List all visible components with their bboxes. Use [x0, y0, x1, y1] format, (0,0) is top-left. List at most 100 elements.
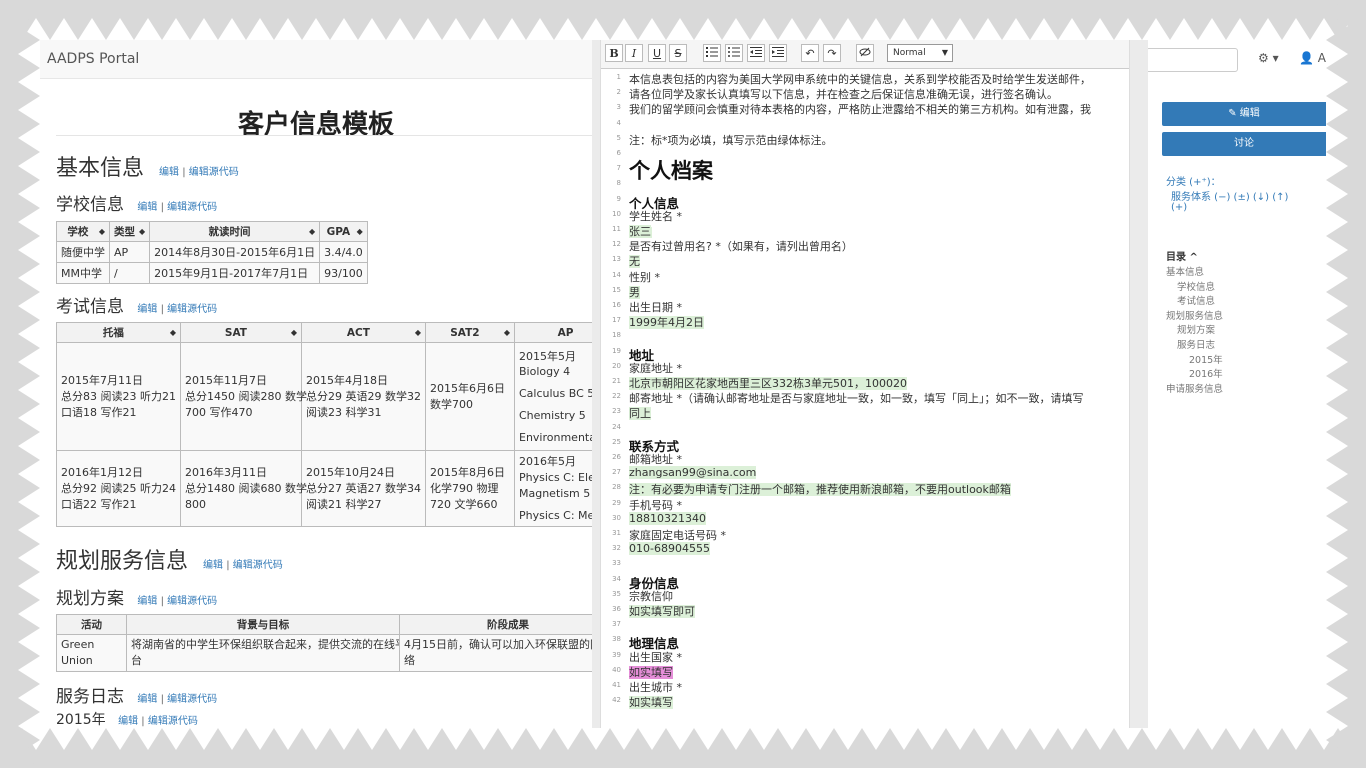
toc-item[interactable]: 基本信息: [1166, 264, 1204, 278]
editor-line[interactable]: 38 地理信息: [601, 632, 1129, 651]
editor-line[interactable]: 13 无: [601, 252, 1129, 269]
toc-title[interactable]: 目录 ^: [1166, 248, 1198, 263]
editor-line[interactable]: 19 地址: [601, 344, 1129, 363]
editor-line[interactable]: 22 邮寄地址 *（请确认邮寄地址是否与家庭地址一致，如一致，填写「同上」；如不一…: [601, 389, 1129, 405]
editor-line[interactable]: 1 本信息表包括的内容为美国大学网申系统中的关键信息，关系到学校能否及时给学生发送…: [601, 70, 1129, 86]
edit-source-link[interactable]: 编辑源代码: [233, 560, 283, 571]
table-header-toefl[interactable]: 托福 ◆: [56, 322, 181, 343]
editor-line[interactable]: 3 我们的留学顾问会慎重对待本表格的内容，严格防止泄露给不相关的第三方机构。如有泄…: [601, 100, 1129, 116]
editor-line[interactable]: 21 北京市朝阳区花家地西里三区332栋3单元501，100020: [601, 374, 1129, 390]
editor-line[interactable]: 5 注：标*项为必填，填写示范由绿体标注。: [601, 131, 1129, 147]
editor-line[interactable]: 18: [601, 328, 1129, 343]
editor-line[interactable]: 26 邮箱地址 *: [601, 450, 1129, 466]
discuss-button[interactable]: 讨论: [1162, 132, 1326, 156]
strikethrough-button[interactable]: S: [669, 44, 687, 62]
editor-line[interactable]: 10 学生姓名 *: [601, 207, 1129, 223]
edit-link[interactable]: 编辑: [159, 167, 179, 178]
editor-line[interactable]: 9 个人信息: [601, 192, 1129, 211]
editor-line[interactable]: 41 出生城市 *: [601, 678, 1129, 694]
table-header-act[interactable]: ACT ◆: [301, 322, 426, 343]
redo-button[interactable]: ↷: [823, 44, 841, 62]
table-header-result[interactable]: 阶段成果: [399, 614, 592, 635]
editor-line[interactable]: 39 出生国家 *: [601, 648, 1129, 664]
underline-button[interactable]: U: [648, 44, 666, 62]
table-header-period[interactable]: 就读时间 ◆: [149, 221, 321, 242]
toc-item[interactable]: 学校信息: [1177, 279, 1215, 293]
editor-line[interactable]: 28 注：有必要为申请专门注册一个邮箱，推荐使用新浪邮箱，不要用outlook邮箱: [601, 480, 1129, 497]
edit-source-link[interactable]: 编辑源代码: [167, 202, 217, 213]
indent-button[interactable]: [769, 44, 787, 62]
editor-line[interactable]: 14 性别 *: [601, 268, 1129, 284]
editor-line[interactable]: 16 出生日期 *: [601, 298, 1129, 314]
table-header-activity[interactable]: 活动: [56, 614, 127, 635]
edit-link[interactable]: 编辑: [137, 202, 157, 213]
toc-item[interactable]: 2015年: [1189, 352, 1223, 366]
table-cell: 2016年3月11日 总分1480 阅读680 数学 800: [180, 450, 307, 527]
table-header-gpa[interactable]: GPA ◆: [319, 221, 368, 242]
edit-link[interactable]: 编辑: [137, 596, 157, 607]
toc-item[interactable]: 服务日志: [1177, 337, 1215, 351]
edit-page-button[interactable]: ✎ 编辑: [1162, 102, 1326, 126]
table-cell: 随便中学: [56, 241, 110, 263]
editor-line[interactable]: 15 男: [601, 283, 1129, 299]
editor-line[interactable]: 37: [601, 617, 1129, 632]
editor-line[interactable]: 8: [601, 176, 1129, 191]
editor-line[interactable]: 32 010-68904555: [601, 541, 1129, 556]
clear-format-button[interactable]: [856, 44, 874, 62]
editor-line[interactable]: 25 联系方式: [601, 435, 1129, 454]
editor-line[interactable]: 27 zhangsan99@sina.com: [601, 465, 1129, 480]
bold-button[interactable]: B: [605, 44, 623, 62]
bullet-list-button[interactable]: [725, 44, 743, 62]
toc-item[interactable]: 2016年: [1189, 366, 1223, 380]
ordered-list-button[interactable]: [703, 44, 721, 62]
editor-line[interactable]: 33: [601, 556, 1129, 571]
edit-link[interactable]: 编辑: [118, 716, 138, 727]
editor-line[interactable]: 31 家庭固定电话号码 *: [601, 526, 1129, 542]
editor-line[interactable]: 24: [601, 420, 1129, 435]
edit-source-link[interactable]: 编辑源代码: [167, 304, 217, 315]
editor-line[interactable]: 40 如实填写: [601, 663, 1129, 679]
editor-line[interactable]: 17 1999年4月2日: [601, 313, 1129, 330]
undo-button[interactable]: ↶: [801, 44, 819, 62]
editor-line[interactable]: 30 18810321340: [601, 511, 1129, 526]
table-header-background[interactable]: 背景与目标: [126, 614, 400, 635]
category-item[interactable]: 服务体系 (−) (±) (↓) (↑): [1171, 188, 1288, 203]
editor-line[interactable]: 11 张三: [601, 222, 1129, 238]
gear-icon[interactable]: ⚙ ▾: [1258, 51, 1279, 65]
portal-brand[interactable]: AADPS Portal: [47, 51, 139, 67]
format-select[interactable]: Normal ▼: [887, 44, 953, 62]
table-header-sat2[interactable]: SAT2 ◆: [425, 322, 515, 343]
edit-link[interactable]: 编辑: [137, 694, 157, 705]
editor-line[interactable]: 2 请各位同学及家长认真填写以下信息，并在检查之后保证信息准确无误，进行签名确认。: [601, 85, 1129, 101]
toc-item[interactable]: 规划方案: [1177, 322, 1215, 336]
toc-item[interactable]: 规划服务信息: [1166, 308, 1223, 322]
editor-line[interactable]: 29 手机号码 *: [601, 496, 1129, 512]
edit-link[interactable]: 编辑: [137, 304, 157, 315]
category-add-link[interactable]: (+): [1171, 202, 1187, 213]
user-menu[interactable]: 👤 Ac: [1299, 51, 1326, 65]
toc-item[interactable]: 申请服务信息: [1166, 381, 1223, 395]
editor-line[interactable]: 12 是否有过曾用名? *（如果有，请列出曾用名）: [601, 237, 1129, 253]
edit-source-link[interactable]: 编辑源代码: [167, 694, 217, 705]
toc-item[interactable]: 考试信息: [1177, 293, 1215, 307]
editor-line[interactable]: 23 同上: [601, 404, 1129, 421]
edit-source-link[interactable]: 编辑源代码: [148, 716, 198, 727]
editor-line[interactable]: 34 身份信息: [601, 572, 1129, 591]
table-header-ap[interactable]: AP: [514, 322, 592, 343]
italic-button[interactable]: I: [625, 44, 643, 62]
editor-line[interactable]: 35 宗教信仰: [601, 587, 1129, 603]
editor-line[interactable]: 42 如实填写: [601, 693, 1129, 710]
editor-line[interactable]: 4: [601, 116, 1129, 131]
edit-source-link[interactable]: 编辑源代码: [189, 167, 239, 178]
edit-source-link[interactable]: 编辑源代码: [167, 596, 217, 607]
table-header-school[interactable]: 学校 ◆: [56, 221, 110, 242]
editor-line[interactable]: 7 个人档案: [601, 159, 1129, 183]
editor-line[interactable]: 36 如实填写即可: [601, 602, 1129, 618]
edit-link[interactable]: 编辑: [203, 560, 223, 571]
table-header-sat[interactable]: SAT ◆: [180, 322, 302, 343]
line-number: 20: [612, 361, 621, 370]
table-header-type[interactable]: 类型 ◆: [108, 221, 151, 242]
outdent-button[interactable]: [747, 44, 765, 62]
editor-line[interactable]: 20 家庭地址 *: [601, 359, 1129, 375]
search-input[interactable]: [1148, 48, 1238, 72]
